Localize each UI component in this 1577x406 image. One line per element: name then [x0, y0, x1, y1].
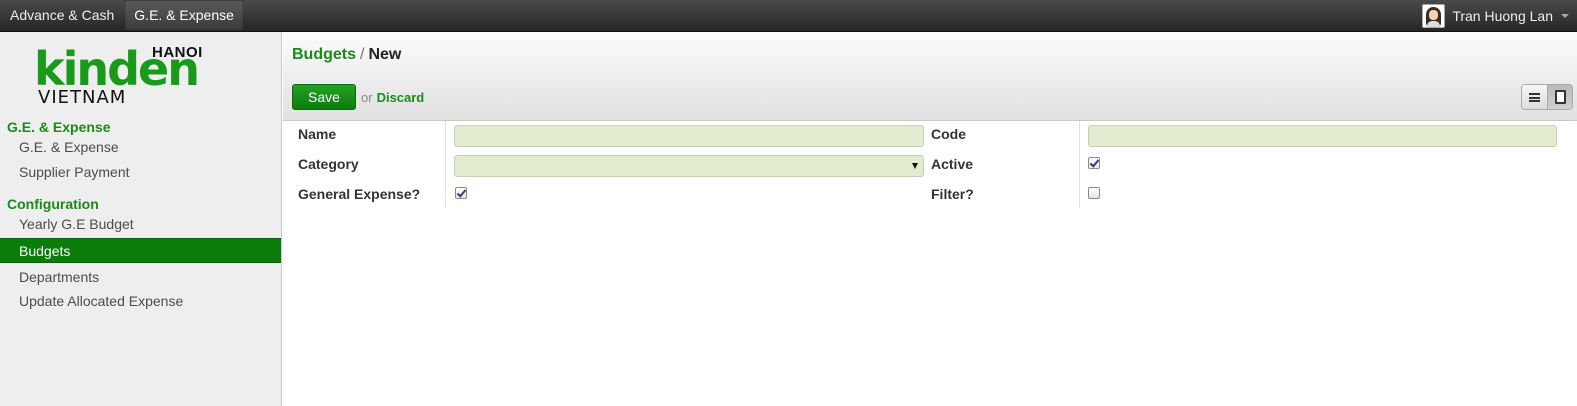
- sidebar: HANOI kinden VIETNAM G.E. & Expense G.E.…: [0, 32, 282, 406]
- breadcrumb: Budgets / New: [292, 46, 401, 64]
- code-field[interactable]: [1088, 125, 1557, 147]
- category-select[interactable]: [454, 155, 924, 177]
- form-header: Budgets / New Save or Discard: [283, 32, 1577, 121]
- filter-label: Filter?: [931, 186, 974, 202]
- list-icon: [1529, 92, 1540, 102]
- column-divider: [445, 121, 446, 208]
- general-expense-label: General Expense?: [298, 186, 421, 202]
- chevron-down-icon: [1561, 13, 1569, 18]
- top-navbar: Advance & Cash G.E. & Expense Tran Huong…: [0, 0, 1577, 32]
- save-button[interactable]: Save: [292, 84, 356, 110]
- logo-country: VIETNAM: [38, 87, 127, 108]
- dropdown-arrow-icon: [912, 163, 918, 169]
- name-field[interactable]: [454, 125, 924, 147]
- sidebar-item-budgets[interactable]: Budgets: [0, 238, 281, 263]
- top-menu-advance-cash[interactable]: Advance & Cash: [0, 0, 124, 31]
- form-icon: [1554, 90, 1566, 104]
- sidebar-item-yearly-ge-budget[interactable]: Yearly G.E Budget: [0, 212, 281, 237]
- code-label: Code: [931, 126, 966, 142]
- breadcrumb-budgets-link[interactable]: Budgets: [292, 46, 356, 63]
- general-expense-checkbox[interactable]: [455, 187, 467, 199]
- column-divider: [1079, 121, 1080, 208]
- budget-form: Name Code Category Active General Expens…: [283, 121, 1577, 406]
- sidebar-item-departments[interactable]: Departments: [0, 265, 281, 290]
- sidebar-item-ge-expense[interactable]: G.E. & Expense: [0, 135, 281, 160]
- top-menu-ge-expense[interactable]: G.E. & Expense: [124, 0, 244, 31]
- active-label: Active: [931, 156, 974, 172]
- discard-link[interactable]: Discard: [377, 90, 425, 105]
- user-menu[interactable]: Tran Huong Lan: [1422, 3, 1569, 28]
- filter-checkbox[interactable]: [1088, 187, 1100, 199]
- category-label: Category: [298, 156, 359, 172]
- view-switcher: [1521, 84, 1573, 110]
- or-text: or: [361, 89, 373, 105]
- active-checkbox[interactable]: [1088, 157, 1100, 169]
- name-label: Name: [298, 126, 337, 142]
- list-view-button[interactable]: [1522, 85, 1547, 109]
- form-actions: Save or Discard: [292, 84, 424, 110]
- top-menu: Advance & Cash G.E. & Expense: [0, 0, 1577, 31]
- company-logo[interactable]: HANOI kinden VIETNAM: [32, 44, 212, 108]
- sidebar-item-supplier-payment[interactable]: Supplier Payment: [0, 160, 281, 185]
- user-name: Tran Huong Lan: [1452, 7, 1553, 24]
- sidebar-section-configuration: Configuration: [7, 196, 99, 212]
- sidebar-item-update-allocated-expense[interactable]: Update Allocated Expense: [0, 289, 281, 314]
- breadcrumb-current: New: [368, 46, 402, 63]
- avatar: [1422, 3, 1446, 28]
- form-view-button[interactable]: [1547, 85, 1572, 109]
- breadcrumb-separator: /: [360, 46, 365, 63]
- sidebar-section-ge-expense: G.E. & Expense: [7, 119, 111, 135]
- logo-brand: kinden: [34, 42, 200, 96]
